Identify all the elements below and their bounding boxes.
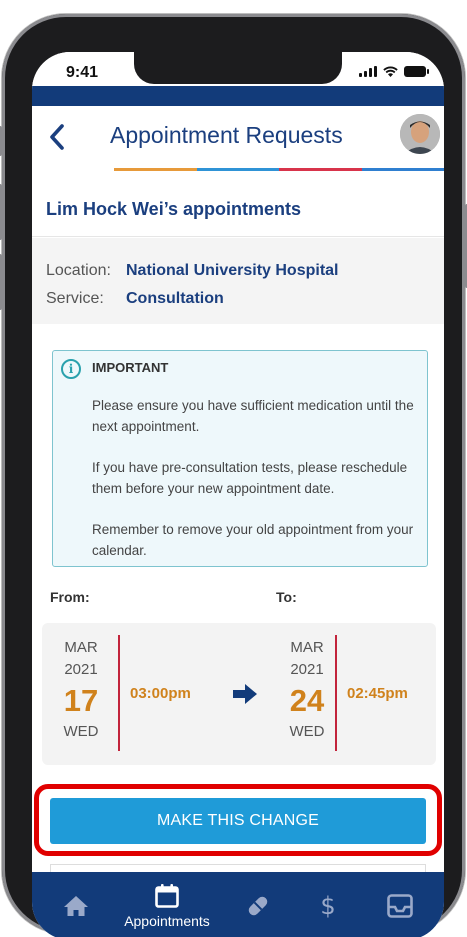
inbox-icon <box>387 894 413 918</box>
notch <box>134 52 342 84</box>
from-year: 2021 <box>64 661 98 678</box>
notice-calendar-text: Remember to remove your old appointment … <box>92 522 414 558</box>
location-value: National University Hospital <box>126 262 339 279</box>
chevron-left-icon <box>50 124 64 150</box>
appointment-details: Location: National University Hospital S… <box>32 238 444 324</box>
status-time: 9:41 <box>66 64 99 81</box>
status-icons <box>359 66 429 77</box>
notice-title: IMPORTANT <box>92 360 169 375</box>
calendar-icon <box>155 884 179 908</box>
user-avatar-icon <box>400 114 440 154</box>
page-title: Appointment Requests <box>110 122 343 148</box>
from-label: From: <box>50 589 90 605</box>
from-time: 03:00pm <box>130 685 191 702</box>
to-month: MAR <box>290 639 324 656</box>
volume-up-button <box>0 184 2 240</box>
nav-medication[interactable] <box>238 872 278 937</box>
mute-switch <box>0 126 2 156</box>
location-row: Location: National University Hospital <box>46 262 339 280</box>
to-weekday: WED <box>289 723 325 740</box>
to-date: MAR 2021 24 WED <box>277 637 337 743</box>
to-day: 24 <box>289 683 325 718</box>
notice-tests-text: If you have pre-consultation tests, plea… <box>92 460 408 496</box>
from-date: MAR 2021 17 WED <box>51 637 111 743</box>
home-icon <box>64 896 88 916</box>
nav-appointments-label: Appointments <box>124 913 210 929</box>
battery-icon <box>404 66 429 77</box>
wifi-icon <box>383 66 398 77</box>
to-label: To: <box>276 589 297 605</box>
from-day: 17 <box>63 683 99 718</box>
to-year: 2021 <box>290 661 324 678</box>
to-time: 02:45pm <box>347 685 408 702</box>
volume-down-button <box>0 254 2 310</box>
nav-home[interactable] <box>54 872 98 937</box>
status-bar: 9:41 <box>32 52 444 86</box>
pill-icon <box>248 896 268 916</box>
app-screen: 9:41 Appointment Requests Lim Hock Wei’s… <box>32 52 444 937</box>
from-month: MAR <box>64 639 98 656</box>
appointments-title: Lim Hock Wei’s appointments <box>46 199 302 219</box>
nav-appointments[interactable]: Appointments <box>112 872 222 937</box>
from-divider <box>118 635 120 751</box>
to-divider <box>335 635 337 751</box>
service-row: Service: Consultation <box>46 290 224 308</box>
back-button[interactable] <box>42 120 72 154</box>
avatar[interactable] <box>400 114 440 154</box>
info-icon: i <box>61 359 81 379</box>
patient-section: Lim Hock Wei’s appointments <box>32 171 444 237</box>
service-label: Service: <box>46 290 104 307</box>
signal-icon <box>359 66 377 77</box>
arrow-right-icon <box>233 684 257 704</box>
date-change-card: MAR 2021 17 WED 03:00pm MAR 2021 24 WED … <box>42 623 436 765</box>
location-label: Location: <box>46 262 111 279</box>
nav-billing[interactable]: $ <box>308 872 348 937</box>
make-this-change-button[interactable]: MAKE THIS CHANGE <box>50 798 426 844</box>
phone-frame: 9:41 Appointment Requests Lim Hock Wei’s… <box>0 14 467 937</box>
header-accent-strip <box>32 86 444 106</box>
service-value: Consultation <box>126 290 224 307</box>
notice-medication-text: Please ensure you have sufficient medica… <box>92 398 414 434</box>
important-notice: i IMPORTANT Please ensure you have suffi… <box>52 350 428 567</box>
bottom-nav: Appointments $ <box>32 872 444 937</box>
nav-inbox[interactable] <box>378 872 422 937</box>
from-weekday: WED <box>63 723 99 740</box>
app-header: Appointment Requests <box>32 106 444 168</box>
dollar-icon: $ <box>320 892 336 920</box>
